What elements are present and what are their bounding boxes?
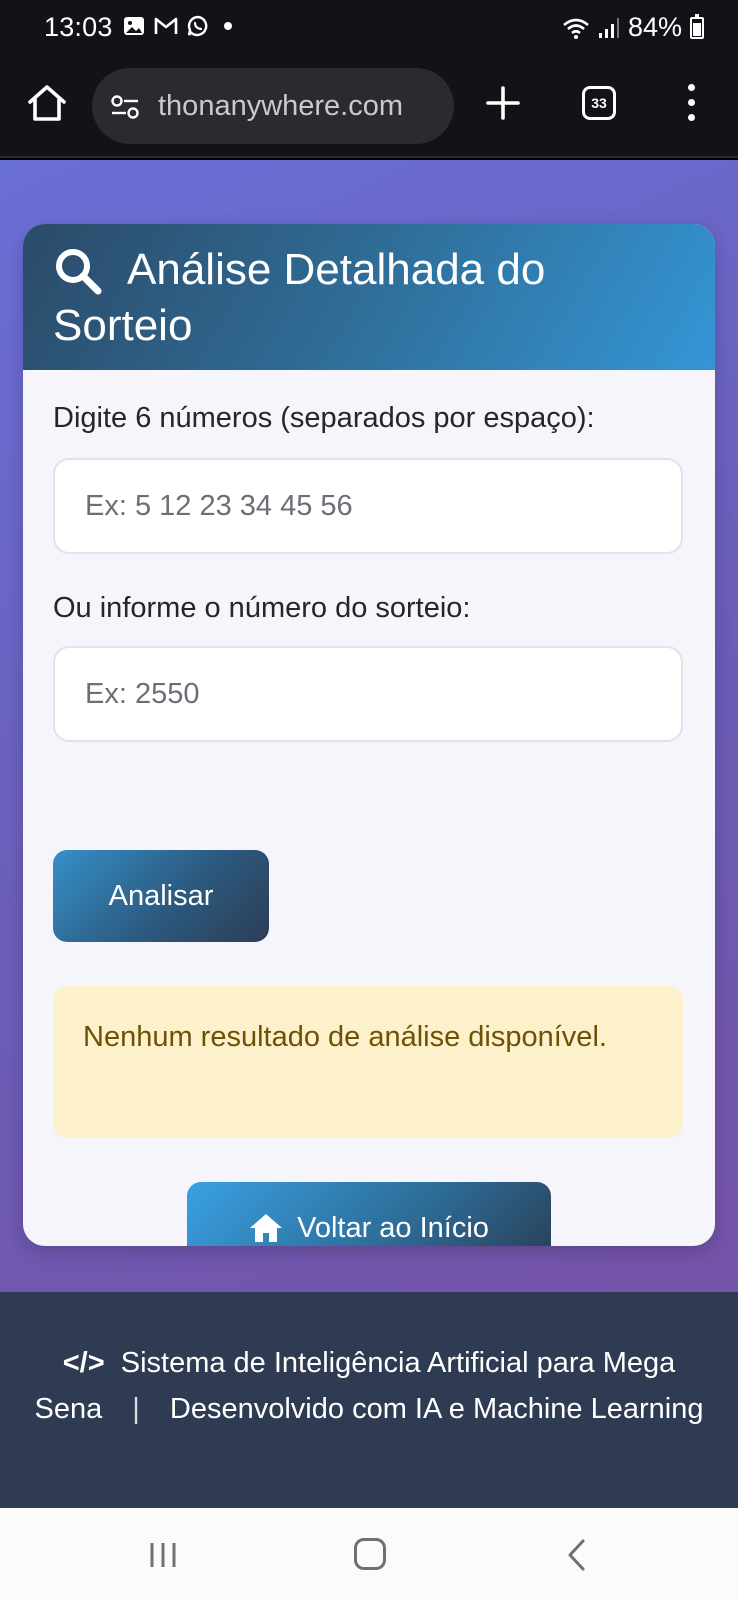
draw-number-label: Ou informe o número do sorteio: bbox=[53, 592, 471, 624]
numbers-input[interactable] bbox=[53, 458, 683, 554]
battery-percent: 84% bbox=[627, 12, 682, 42]
system-home-icon[interactable] bbox=[354, 1538, 386, 1570]
system-nav-bar bbox=[0, 1508, 738, 1600]
url-text[interactable]: thonanywhere.com bbox=[158, 90, 442, 123]
wifi-icon bbox=[563, 18, 589, 39]
status-time: 13:03 bbox=[44, 12, 113, 42]
status-right: 84% bbox=[562, 12, 704, 43]
analysis-card: Análise Detalhada do Sorteio Digite 6 nú… bbox=[23, 224, 715, 1246]
page-title: Análise Detalhada do Sorteio bbox=[53, 245, 546, 350]
gmail-icon bbox=[154, 17, 178, 34]
whatsapp-icon bbox=[187, 15, 208, 37]
no-result-alert: Nenhum resultado de análise disponível. bbox=[53, 986, 683, 1138]
footer-developed-text: Desenvolvido com IA e Machine Learning bbox=[169, 1393, 704, 1425]
back-home-button[interactable]: Voltar ao Início bbox=[187, 1182, 551, 1246]
more-options-icon[interactable] bbox=[688, 84, 696, 122]
draw-number-input[interactable] bbox=[53, 646, 683, 742]
numbers-label: Digite 6 números (separados por espaço): bbox=[53, 402, 595, 434]
site-settings-icon[interactable] bbox=[110, 94, 140, 120]
analyze-button[interactable]: Analisar bbox=[53, 850, 269, 942]
back-home-label: Voltar ao Início bbox=[297, 1211, 489, 1244]
footer: </> Sistema de Inteligência Artificial p… bbox=[0, 1292, 738, 1508]
battery-icon bbox=[690, 13, 704, 39]
code-icon: </> bbox=[62, 1347, 105, 1379]
browser-toolbar: thonanywhere.com 33 bbox=[0, 58, 738, 158]
house-icon bbox=[250, 1214, 283, 1242]
page-background: Análise Detalhada do Sorteio Digite 6 nú… bbox=[0, 160, 738, 1292]
footer-separator: | bbox=[132, 1393, 140, 1425]
tab-switcher-button[interactable]: 33 bbox=[582, 86, 616, 120]
recent-apps-icon[interactable] bbox=[148, 1540, 178, 1570]
card-header: Análise Detalhada do Sorteio bbox=[23, 224, 715, 370]
gallery-icon bbox=[124, 17, 144, 35]
more-notifications-dot bbox=[224, 22, 232, 30]
home-icon[interactable] bbox=[26, 82, 68, 124]
address-bar[interactable]: thonanywhere.com bbox=[92, 68, 454, 144]
notification-icons bbox=[122, 14, 232, 38]
status-bar: 13:03 84% bbox=[0, 0, 738, 58]
new-tab-icon[interactable] bbox=[484, 84, 522, 122]
signal-icon bbox=[598, 17, 619, 38]
back-icon[interactable] bbox=[566, 1538, 586, 1572]
